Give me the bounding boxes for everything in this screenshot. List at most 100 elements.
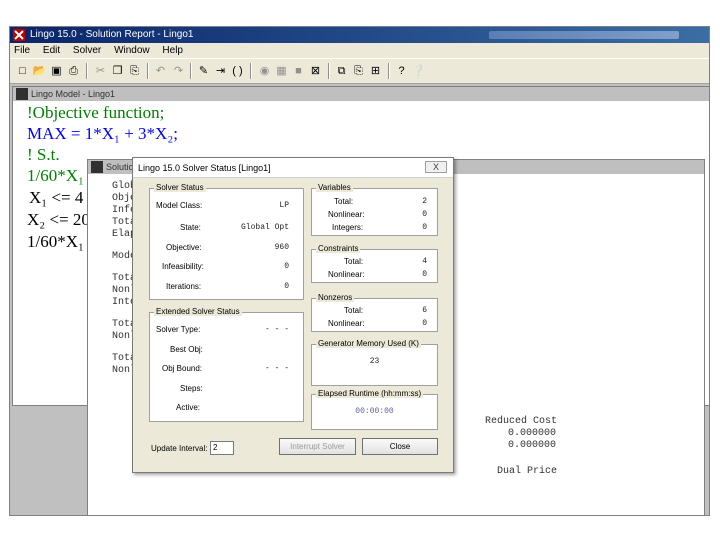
solver-status-label: Solver Status (154, 183, 206, 192)
update-interval-label: Update Interval: (151, 444, 208, 453)
copy-icon[interactable]: ❐ (109, 62, 126, 79)
goto-line-icon[interactable]: ⇥ (212, 62, 229, 79)
infeasibility-label: Infeasibility: (162, 262, 204, 271)
state-value: Global Opt (240, 223, 289, 232)
dialog-titlebar: Lingo 15.0 Solver Status [Lingo1] X (133, 158, 453, 178)
state-label: State: (180, 223, 201, 232)
objective-label: Objective: (166, 243, 202, 252)
dialog-title: Lingo 15.0 Solver Status [Lingo1] (138, 163, 271, 173)
toolbar-separator (250, 63, 252, 79)
infeasibility-value: 0 (284, 262, 289, 271)
close-window-icon[interactable]: ⊠ (307, 62, 324, 79)
paste-icon[interactable]: ⎘ (126, 62, 143, 79)
interrupt-solver-button[interactable]: Interrupt Solver (279, 438, 356, 455)
variables-nonlinear-value: 0 (422, 210, 427, 219)
variables-total-label: Total: (334, 197, 354, 206)
variables-label: Variables (316, 183, 353, 192)
menu-file[interactable]: File (14, 45, 30, 56)
generator-memory-value: 23 (369, 357, 380, 366)
constraints-label: Constraints (316, 244, 361, 253)
elapsed-runtime-label: Elapsed Runtime (hh:mm:ss) (316, 389, 424, 398)
solver-type-label: Solver Type: (156, 325, 201, 334)
matrix-picture-icon[interactable]: ▦ (273, 62, 290, 79)
steps-label: Steps: (180, 384, 203, 393)
redo-icon[interactable]: ↷ (170, 62, 187, 79)
elapsed-runtime-value: 00:00:00 (355, 407, 394, 416)
menu-window[interactable]: Window (114, 45, 150, 56)
update-interval-input[interactable]: 2 (210, 441, 234, 455)
undo-icon[interactable]: ↶ (152, 62, 169, 79)
obj-bound-label: Obj Bound: (162, 364, 203, 373)
extended-status-label: Extended Solver Status (154, 307, 242, 316)
model-line-5[interactable]: X₁ <= 4 (29, 188, 83, 208)
model-window-icon (16, 88, 28, 100)
nonzeros-total-value: 6 (422, 306, 427, 315)
variables-nonlinear-label: Nonlinear: (328, 210, 365, 219)
toolbar-separator (388, 63, 390, 79)
toolbar-separator (147, 63, 149, 79)
menu-help[interactable]: Help (162, 45, 183, 56)
constraints-nonlinear-label: Nonlinear: (328, 270, 365, 279)
print-icon[interactable]: ⎙ (65, 62, 82, 79)
open-file-icon[interactable]: 📂 (31, 62, 48, 79)
active-label: Active: (176, 403, 201, 412)
model-line-4[interactable]: 1/60*X₁ (27, 166, 84, 186)
save-icon[interactable]: ▣ (48, 62, 65, 79)
generator-memory-group: Generator Memory Used (K) 23 (311, 339, 438, 386)
app-title: Lingo 15.0 - Solution Report - Lingo1 (30, 29, 194, 40)
app-titlebar: Lingo 15.0 - Solution Report - Lingo1 (10, 27, 709, 43)
model-window-title: Lingo Model - Lingo1 (31, 89, 116, 99)
iterations-label: Iterations: (166, 282, 202, 291)
constraints-nonlinear-value: 0 (422, 270, 427, 279)
model-class-label: Model Class: (156, 201, 203, 210)
constraints-total-value: 4 (422, 257, 427, 266)
find-icon[interactable]: ✎ (195, 62, 212, 79)
variables-group: Variables Total: 2 Nonlinear: 0 Integers… (311, 183, 438, 236)
close-button[interactable]: Close (362, 438, 438, 455)
blurred-title-area (489, 31, 679, 39)
model-line-1[interactable]: !Objective function; (27, 103, 164, 123)
model-line-2[interactable]: MAX = 1*X₁ + 3*X₂; (27, 124, 178, 144)
reduced-cost-header: Reduced Cost (485, 416, 558, 427)
send-to-back-icon[interactable]: ⧉ (333, 62, 350, 79)
new-file-icon[interactable]: □ (14, 62, 31, 79)
context-help-icon[interactable]: ❔ (410, 62, 427, 79)
options-icon[interactable]: ■ (290, 62, 307, 79)
close-icon: X (432, 162, 439, 172)
reduced-cost-value: 0.000000 (508, 440, 557, 451)
match-parenthesis-icon[interactable]: ( ) (229, 62, 246, 79)
best-obj-label: Best Obj: (170, 345, 203, 354)
cascade-icon[interactable]: ⎘ (350, 62, 367, 79)
nonzeros-label: Nonzeros (316, 293, 355, 302)
dialog-close-button[interactable]: X (425, 161, 447, 173)
generator-memory-label: Generator Memory Used (K) (316, 339, 421, 348)
solver-status-group: Solver Status Model Class: LP State: Glo… (149, 183, 304, 300)
lingo-app-window: Lingo 15.0 - Solution Report - Lingo1 Fi… (9, 26, 710, 516)
model-line-7[interactable]: 1/60*X₁ (27, 232, 84, 252)
variables-integers-value: 0 (422, 223, 427, 232)
report-window-icon (91, 161, 103, 173)
model-window-titlebar: Lingo Model - Lingo1 (13, 87, 709, 101)
help-icon[interactable]: ? (393, 62, 410, 79)
iterations-value: 0 (284, 282, 289, 291)
solver-type-value: - - - (264, 325, 289, 334)
toolbar-separator (328, 63, 330, 79)
menu-edit[interactable]: Edit (43, 45, 60, 56)
tile-icon[interactable]: ⊞ (367, 62, 384, 79)
objective-value: 960 (274, 243, 289, 252)
toolbar-separator (190, 63, 192, 79)
obj-bound-value: - - - (264, 364, 289, 373)
menu-solver[interactable]: Solver (73, 45, 101, 56)
solve-icon[interactable]: ◉ (256, 62, 273, 79)
constraints-total-label: Total: (344, 257, 364, 266)
cut-icon[interactable]: ✂ (92, 62, 109, 79)
nonzeros-nonlinear-value: 0 (422, 319, 427, 328)
nonzeros-nonlinear-label: Nonlinear: (328, 319, 365, 328)
reduced-cost-value: 0.000000 (508, 428, 557, 439)
model-line-3[interactable]: ! S.t. (27, 145, 60, 165)
nonzeros-group: Nonzeros Total: 6 Nonlinear: 0 (311, 293, 438, 332)
lingo-logo-icon (13, 29, 25, 41)
nonzeros-total-label: Total: (344, 306, 364, 315)
model-line-6[interactable]: X₂ <= 20 (27, 210, 90, 230)
extended-solver-status-group: Extended Solver Status Solver Type: - - … (149, 307, 304, 422)
